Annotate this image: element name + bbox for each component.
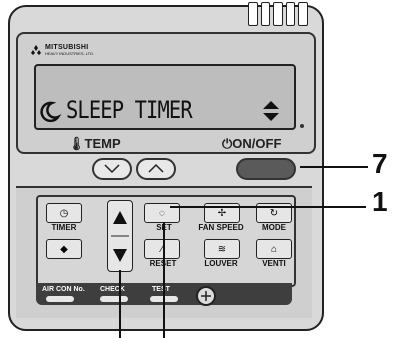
screw [196,286,216,306]
chevron-down-icon [104,164,120,174]
onoff-label: ⏻ON/OFF [222,136,282,151]
louver-label: LOUVER [204,259,238,268]
callout-line-1 [170,206,366,208]
check-label: CHECK [100,286,125,293]
louver-icon: ≋ [217,243,227,255]
temp-down-button[interactable] [92,158,132,180]
temp-up-button[interactable] [136,158,176,180]
on-off-button[interactable] [236,158,296,180]
indicator-dot [300,124,304,128]
test-label: TEST [152,286,170,293]
brand-name: MITSUBISHI [45,44,89,51]
air-con-no-button[interactable] [46,296,74,302]
callout-line-7 [300,166,368,168]
chevron-up-icon [148,163,164,173]
venti-button[interactable]: ⌂ [256,239,292,259]
callout-line-set [163,222,165,338]
fan-icon: ✢ [217,207,227,219]
clock-icon: ◷ [59,207,69,219]
sleep-moon-icon [40,101,62,123]
fan-speed-label: FAN SPEED [198,223,244,232]
air-con-no-label: AIR CON No. [42,286,85,293]
callout-7: 7 [372,148,388,179]
power-icon: ⏻ [222,136,233,151]
louver-button[interactable]: ≋ [204,239,240,259]
screw-cross-icon [201,291,211,301]
timer-button[interactable]: ◷ [46,203,82,223]
brand-logo: MITSUBISHI HEAVY INDUSTRIES, LTD. [30,44,94,56]
lcd-display-text: SLEEP TIMER [66,96,193,124]
timer-label: TIMER [51,223,77,232]
callout-1: 1 [372,186,388,217]
up-down-triangle-icon [111,211,129,262]
thermometer-icon: 🌡︎ [68,136,85,151]
mode-cycle-icon: ↻ [269,207,279,219]
house-icon: ⌂ [270,243,278,255]
diamond-icon: ◆ [60,243,68,255]
set-icon: ◌ [159,207,165,219]
mitsubishi-diamonds-icon [31,45,41,55]
speaker-grill [248,2,308,26]
venti-label: VENTI [262,259,286,268]
reset-button[interactable]: ⁄ [144,239,180,259]
diamond-button[interactable]: ◆ [46,239,82,259]
mode-label: MODE [262,223,286,232]
up-down-key[interactable] [107,200,133,272]
check-button[interactable] [100,296,128,302]
up-down-arrows-icon [263,101,279,121]
brand-subtitle: HEAVY INDUSTRIES, LTD. [45,51,95,56]
callout-line-updown [119,270,121,338]
temp-label: 🌡︎TEMP [68,136,121,151]
